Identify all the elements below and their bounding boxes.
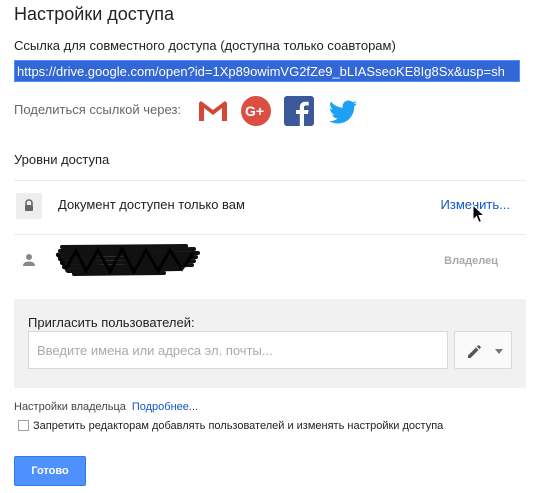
google-plus-icon[interactable]: G+ — [240, 95, 272, 127]
lock-icon — [16, 193, 42, 219]
redacted-owner-name — [55, 244, 200, 276]
facebook-icon[interactable] — [283, 95, 315, 127]
share-link-field[interactable] — [15, 61, 519, 81]
invite-input[interactable] — [29, 332, 447, 368]
owner-row: Владелец — [14, 234, 526, 283]
visibility-text: Документ доступен только вам — [58, 197, 245, 212]
invite-input-box — [28, 331, 448, 369]
svg-text:G+: G+ — [245, 103, 264, 119]
owner-settings: Настройки владельца Подробнее... — [14, 401, 198, 413]
permission-dropdown-button[interactable] — [454, 331, 512, 369]
visibility-row: Документ доступен только вам Изменить... — [14, 180, 526, 229]
chevron-down-icon — [495, 349, 503, 354]
invite-label: Пригласить пользователей: — [28, 315, 195, 330]
owner-role-label: Владелец — [444, 255, 498, 267]
mouse-cursor-icon — [472, 204, 486, 224]
twitter-icon[interactable] — [327, 95, 359, 127]
share-via-label: Поделиться ссылкой через: — [14, 102, 182, 117]
pencil-icon — [468, 345, 481, 358]
restrict-editors-option: Запретить редакторам добавлять пользоват… — [18, 420, 443, 432]
share-link-field-box — [14, 60, 520, 82]
restrict-editors-label: Запретить редакторам добавлять пользоват… — [33, 420, 444, 432]
access-levels-label: Уровни доступа — [14, 152, 110, 167]
restrict-editors-checkbox[interactable] — [18, 420, 29, 431]
dialog-title: Настройки доступа — [14, 4, 174, 24]
owner-settings-label: Настройки владельца — [14, 401, 126, 413]
learn-more-link[interactable]: Подробнее... — [132, 401, 198, 413]
gmail-icon[interactable] — [197, 95, 229, 127]
person-icon — [16, 247, 42, 273]
share-link-label: Ссылка для совместного доступа (доступна… — [14, 38, 396, 53]
invite-panel: Пригласить пользователей: — [14, 299, 526, 388]
done-button[interactable]: Готово — [14, 456, 86, 486]
